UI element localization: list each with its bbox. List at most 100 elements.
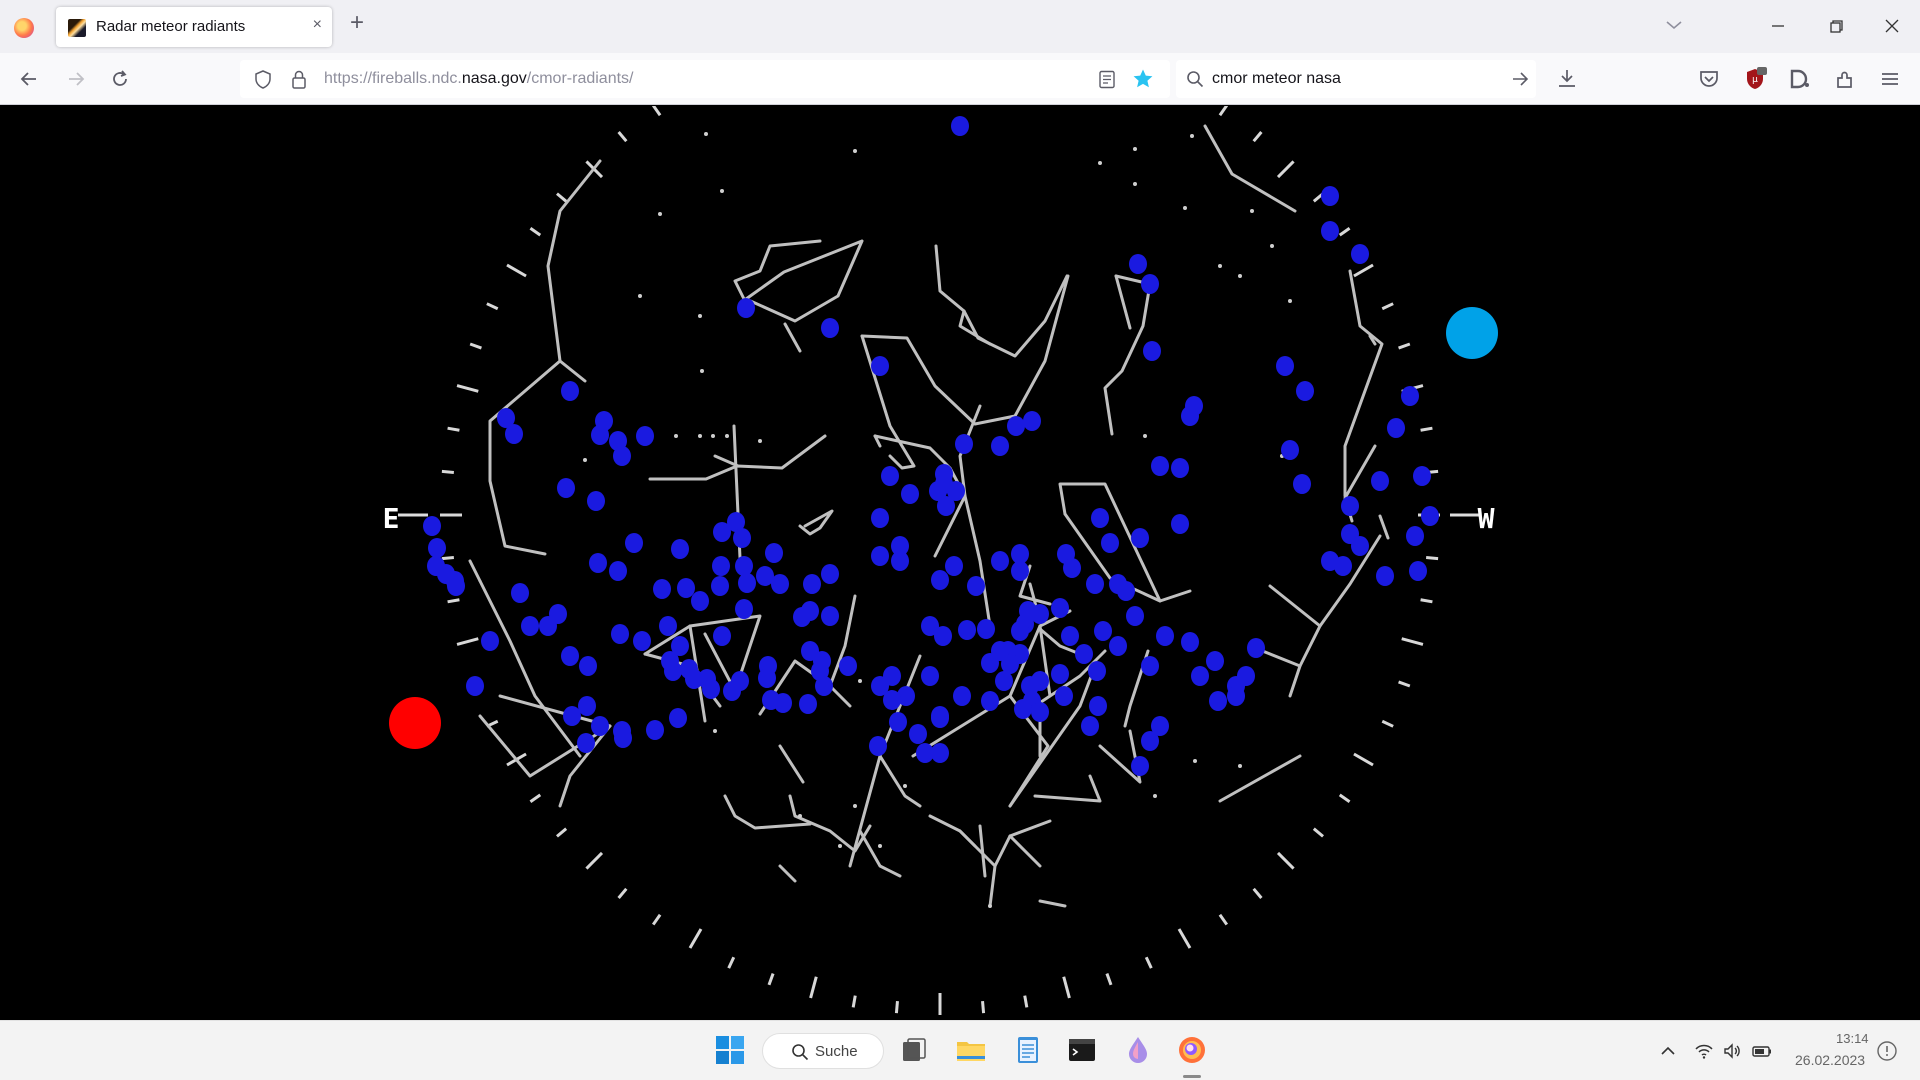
sky-map[interactable]: E W (0, 106, 1920, 1020)
radiant-dot (1141, 274, 1159, 294)
horizon-tick (1105, 973, 1113, 986)
radiant-dot (871, 508, 889, 528)
star (853, 804, 857, 808)
radiant-dot (723, 681, 741, 701)
wifi-icon[interactable] (1694, 1041, 1714, 1061)
new-tab-button[interactable]: + (350, 11, 364, 35)
reload-icon[interactable] (108, 67, 132, 91)
radiant-dot (659, 616, 677, 636)
minimize-icon[interactable] (1766, 14, 1790, 38)
radiant-dot (587, 491, 605, 511)
radiant-dot (955, 434, 973, 454)
star (638, 294, 642, 298)
radiant-dot (883, 690, 901, 710)
radiant-dot (1011, 544, 1029, 564)
radiant-dot (669, 708, 687, 728)
star (658, 212, 662, 216)
close-icon[interactable] (1880, 14, 1904, 38)
radiant-dot (981, 691, 999, 711)
pocket-icon[interactable] (1696, 66, 1722, 92)
tab-close-icon[interactable]: × (313, 16, 322, 34)
radiant-dot (1126, 606, 1144, 626)
radiant-dot (1296, 381, 1314, 401)
lock-icon[interactable] (290, 69, 308, 89)
horizon-tick (529, 793, 542, 804)
radiant-dot (765, 543, 783, 563)
extensions-icon[interactable] (1832, 66, 1858, 92)
tab-list-icon[interactable] (1664, 15, 1684, 35)
radiant-dot (935, 474, 953, 494)
back-icon[interactable] (17, 67, 41, 91)
svg-text:μ: μ (1752, 75, 1758, 85)
horizon-tick (1062, 976, 1071, 999)
taskbar-search[interactable]: Suche (762, 1033, 884, 1069)
horizon-tick (456, 384, 479, 393)
url-text[interactable]: https://fireballs.ndc.nasa.gov/cmor-radi… (324, 70, 633, 88)
constellation-line (478, 579, 582, 758)
notepad-icon[interactable] (1012, 1034, 1044, 1066)
radiant-dot (1341, 496, 1359, 516)
notification-icon[interactable] (1876, 1040, 1898, 1062)
star (720, 189, 724, 193)
radiant-dot (713, 626, 731, 646)
radiant-dot (1413, 466, 1431, 486)
task-view-icon[interactable] (898, 1034, 930, 1066)
clock-time[interactable]: 13:14 (1836, 1031, 1869, 1046)
radiant-dot (1401, 386, 1419, 406)
search-icon (1187, 71, 1204, 88)
reader-mode-icon[interactable] (1098, 70, 1116, 89)
radiant-dot (771, 574, 789, 594)
shield-icon[interactable] (254, 70, 272, 89)
bookmark-star-icon[interactable] (1132, 68, 1154, 90)
constellation-line (723, 794, 812, 830)
radiant-dot (839, 656, 857, 676)
clock-date[interactable]: 26.02.2023 (1795, 1052, 1865, 1068)
url-bar[interactable]: https://fireballs.ndc.nasa.gov/cmor-radi… (240, 60, 1170, 98)
radiant-dot (1055, 686, 1073, 706)
radiant-dot (1051, 598, 1069, 618)
constellation-line (744, 239, 864, 323)
constellation-line (1033, 774, 1102, 803)
constellation-line (858, 829, 902, 878)
radiant-dot (821, 606, 839, 626)
radiant-dot (813, 651, 831, 671)
firefox-icon[interactable] (1176, 1034, 1208, 1066)
star (903, 784, 907, 788)
constellation-line (860, 274, 1070, 426)
radiant-dot (1206, 651, 1224, 671)
radiant-dot (563, 706, 581, 726)
horizon-tick (506, 263, 527, 278)
star (698, 434, 702, 438)
search-bar[interactable]: cmor meteor nasa (1176, 60, 1536, 98)
firefox-menu-icon[interactable] (14, 18, 34, 38)
chevron-up-icon[interactable] (1658, 1041, 1678, 1061)
horizon-tick (486, 302, 499, 311)
ublock-icon[interactable]: μ (1742, 66, 1768, 92)
radiant-dot (539, 616, 557, 636)
horizon-tick (851, 995, 857, 1008)
battery-icon[interactable] (1752, 1041, 1772, 1061)
search-go-icon[interactable] (1510, 69, 1530, 89)
tab-title: Radar meteor radiants (96, 18, 246, 35)
radiant-dot (921, 666, 939, 686)
forward-icon[interactable] (64, 67, 88, 91)
radiant-dot (1091, 508, 1109, 528)
search-input[interactable]: cmor meteor nasa (1212, 70, 1341, 88)
hamburger-menu-icon[interactable] (1877, 66, 1903, 92)
terminal-icon[interactable] (1066, 1034, 1098, 1066)
start-icon[interactable] (714, 1034, 746, 1066)
horizon-tick (767, 973, 775, 986)
radiant-dot (737, 298, 755, 318)
volume-icon[interactable] (1722, 1041, 1742, 1061)
downloads-icon[interactable] (1554, 66, 1580, 92)
browser-tab[interactable]: Radar meteor radiants × (56, 7, 332, 47)
radiant-dot (735, 599, 753, 619)
restore-icon[interactable] (1824, 14, 1848, 38)
paint-drop-icon[interactable] (1122, 1034, 1154, 1066)
radiant-dot (1075, 644, 1093, 664)
extension-d-icon[interactable] (1786, 66, 1812, 92)
file-explorer-icon[interactable] (955, 1034, 987, 1066)
radiant-dot (1181, 632, 1199, 652)
star (1133, 147, 1137, 151)
radiant-dot (869, 736, 887, 756)
